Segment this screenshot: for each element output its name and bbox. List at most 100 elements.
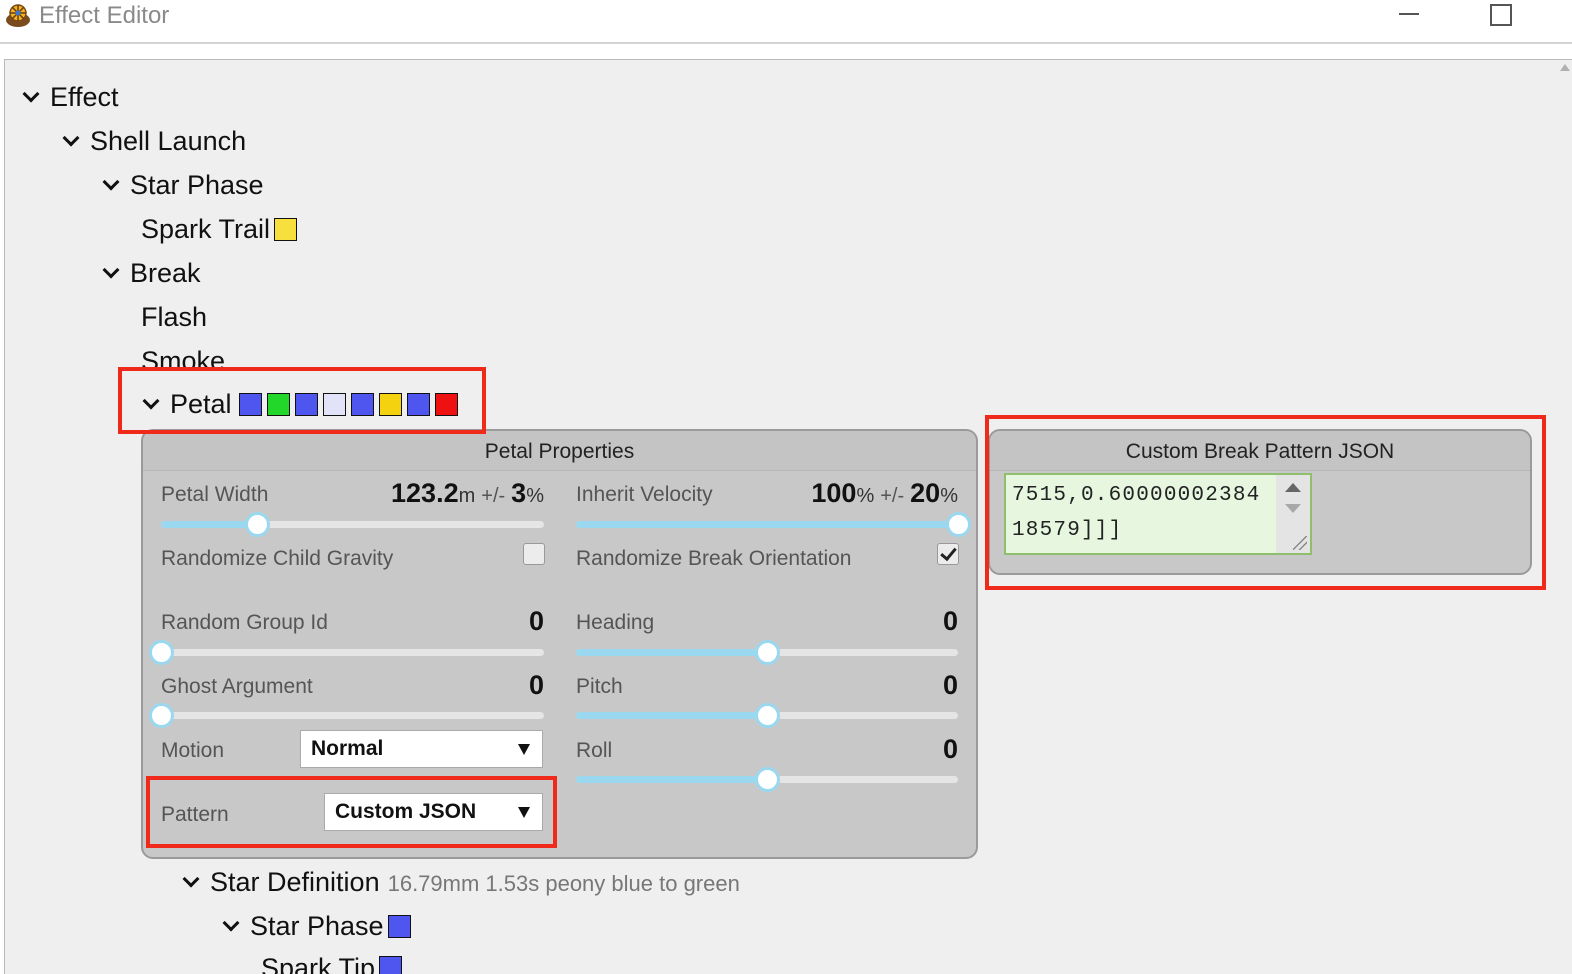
tree-node-petal[interactable]: Petal	[142, 384, 458, 424]
petal-width-unit: m	[458, 485, 476, 507]
plus-minus-label: +/-	[481, 485, 506, 507]
resize-grip-icon[interactable]	[1293, 536, 1307, 550]
scroll-up-arrow-icon[interactable]	[1560, 64, 1570, 71]
dropdown-arrow-icon[interactable]	[518, 807, 530, 818]
inherit-velocity-value: 100% +/- 20%	[811, 478, 958, 509]
pitch-label: Pitch	[576, 675, 623, 698]
slider-thumb[interactable]	[755, 703, 780, 728]
tree-node-star-phase-2[interactable]: Star Phase	[222, 906, 411, 946]
color-swatch[interactable]	[294, 392, 318, 416]
tree-node-shell-launch[interactable]: Shell Launch	[62, 121, 246, 161]
randomize-child-gravity-label: Randomize Child Gravity	[161, 547, 394, 570]
inherit-velocity-variance: 20	[910, 478, 941, 508]
tree-node-label: Star Phase	[130, 169, 264, 200]
tree-node-spark-trail[interactable]: Spark Trail	[141, 209, 298, 249]
heading-label: Heading	[576, 611, 655, 634]
panel-title: Petal Properties	[143, 431, 976, 471]
pattern-select[interactable]: Custom JSON	[324, 793, 543, 831]
color-swatch[interactable]	[238, 392, 262, 416]
pattern-label: Pattern	[161, 803, 229, 826]
ghost-argument-slider[interactable]	[149, 703, 544, 728]
slider-thumb[interactable]	[149, 640, 174, 665]
tree-node-smoke[interactable]: Smoke	[141, 341, 225, 367]
color-swatch[interactable]	[434, 392, 458, 416]
tree-node-flash[interactable]: Flash	[141, 297, 207, 337]
tree-node-label: Effect	[50, 81, 119, 112]
tree-node-star-phase[interactable]: Star Phase	[102, 165, 264, 205]
minimize-button[interactable]	[1386, 0, 1432, 30]
randomize-break-orientation-label: Randomize Break Orientation	[576, 547, 852, 570]
dropdown-arrow-icon[interactable]	[518, 744, 530, 755]
randomize-child-gravity-checkbox[interactable]	[523, 543, 545, 565]
slider-thumb[interactable]	[946, 512, 971, 537]
slider-fill	[576, 776, 767, 783]
tree-node-break[interactable]: Break	[102, 253, 201, 293]
petal-width-label: Petal Width	[161, 483, 269, 506]
tree-node-label: Shell Launch	[90, 125, 247, 156]
tree-node-label: Break	[130, 257, 201, 288]
chevron-down-icon[interactable]	[222, 914, 240, 932]
slider-fill	[161, 521, 257, 528]
color-swatch[interactable]	[378, 392, 402, 416]
tree-node-spark-tip[interactable]: Spark Tip	[261, 948, 403, 974]
motion-selected-value: Normal	[311, 737, 384, 760]
petal-width-number: 123.2	[391, 478, 459, 508]
roll-label: Roll	[576, 739, 613, 762]
chevron-down-icon[interactable]	[182, 870, 200, 888]
slider-thumb[interactable]	[755, 640, 780, 665]
maximize-button[interactable]	[1476, 0, 1522, 30]
tree-node-label: Spark Tip	[261, 953, 376, 974]
tree-node-effect[interactable]: Effect	[22, 77, 119, 117]
ghost-argument-label: Ghost Argument	[161, 675, 313, 698]
petal-width-slider[interactable]	[161, 512, 544, 537]
heading-slider[interactable]	[576, 640, 958, 665]
scroll-up-icon[interactable]	[1285, 483, 1301, 492]
petal-width-variance: 3	[511, 478, 527, 508]
color-swatch[interactable]	[350, 392, 374, 416]
slider-thumb[interactable]	[755, 767, 780, 792]
inherit-velocity-label: Inherit Velocity	[576, 483, 713, 506]
chevron-down-icon[interactable]	[102, 173, 120, 191]
title-bar: Effect Editor	[0, 0, 1572, 44]
chevron-down-icon[interactable]	[62, 129, 80, 147]
color-swatch[interactable]	[274, 217, 298, 241]
tree-node-star-definition[interactable]: Star Definition 16.79mm 1.53s peony blue…	[182, 862, 740, 902]
color-swatch[interactable]	[406, 392, 430, 416]
roll-slider[interactable]	[576, 767, 958, 792]
chevron-down-icon[interactable]	[142, 392, 160, 410]
color-swatch[interactable]	[387, 914, 411, 938]
custom-break-pattern-textarea[interactable]: 7515,0.60000002384 18579]]]	[1004, 473, 1312, 555]
json-text-line: 18579]]]	[1012, 519, 1123, 542]
firework-app-icon	[6, 4, 30, 27]
motion-select[interactable]: Normal	[300, 730, 543, 768]
chevron-down-icon[interactable]	[102, 261, 120, 279]
tree-node-label: Flash	[141, 301, 208, 332]
color-swatch[interactable]	[379, 956, 403, 974]
randomize-break-orientation-checkbox[interactable]	[937, 543, 959, 565]
json-text-line: 7515,0.60000002384	[1012, 484, 1261, 507]
tree-node-label: Petal	[170, 388, 232, 419]
plus-minus-label: +/-	[880, 485, 905, 507]
inherit-velocity-slider[interactable]	[576, 512, 971, 537]
roll-value: 0	[942, 734, 958, 764]
inherit-velocity-unit: %	[856, 485, 875, 507]
scroll-down-icon[interactable]	[1285, 504, 1301, 513]
tree-node-label: Smoke	[141, 346, 226, 367]
pitch-value: 0	[942, 670, 958, 700]
petal-color-swatches	[234, 392, 458, 416]
color-swatch[interactable]	[266, 392, 290, 416]
petal-width-value: 123.2m +/- 3%	[391, 478, 544, 509]
slider-thumb[interactable]	[244, 512, 270, 537]
tree-node-label: Spark Trail	[141, 213, 271, 244]
ghost-argument-value: 0	[528, 670, 544, 700]
chevron-down-icon[interactable]	[22, 85, 40, 103]
slider-thumb[interactable]	[149, 703, 174, 728]
pattern-selected-value: Custom JSON	[335, 800, 477, 823]
heading-value: 0	[942, 606, 958, 636]
random-group-id-label: Random Group Id	[161, 611, 328, 634]
tree-node-label: Star Definition	[210, 866, 380, 897]
random-group-id-slider[interactable]	[149, 640, 544, 665]
pitch-slider[interactable]	[576, 703, 958, 728]
tree-node-description: 16.79mm 1.53s peony blue to green	[387, 871, 740, 896]
color-swatch[interactable]	[322, 392, 346, 416]
